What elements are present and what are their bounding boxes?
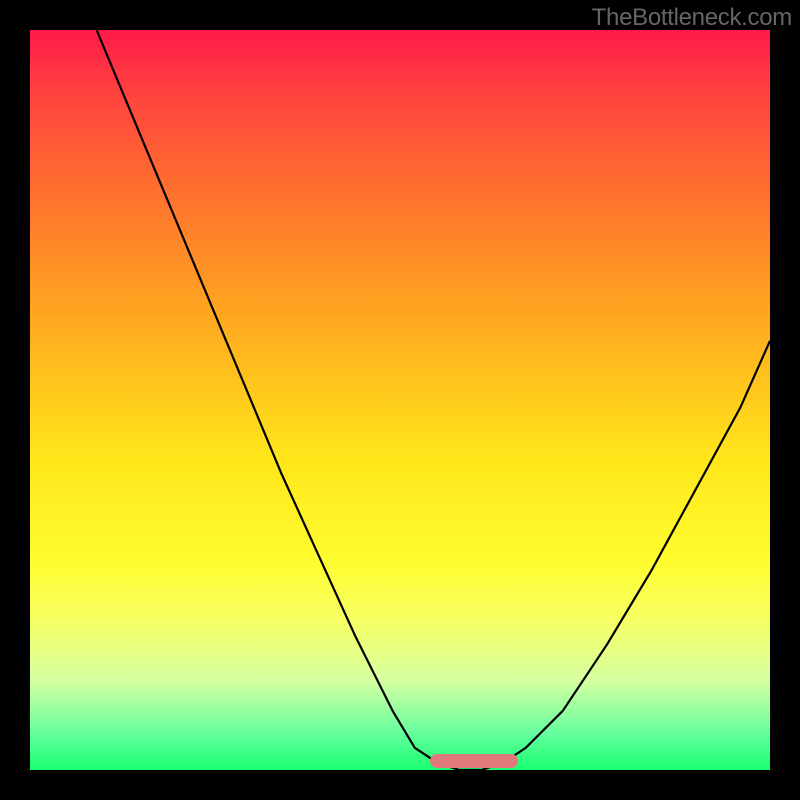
curve-svg — [30, 30, 770, 770]
optimal-range-marker — [430, 754, 519, 768]
chart-root: TheBottleneck.com — [0, 0, 800, 800]
bottleneck-curve — [97, 30, 770, 770]
watermark-text: TheBottleneck.com — [592, 4, 792, 32]
plot-area — [30, 30, 770, 770]
